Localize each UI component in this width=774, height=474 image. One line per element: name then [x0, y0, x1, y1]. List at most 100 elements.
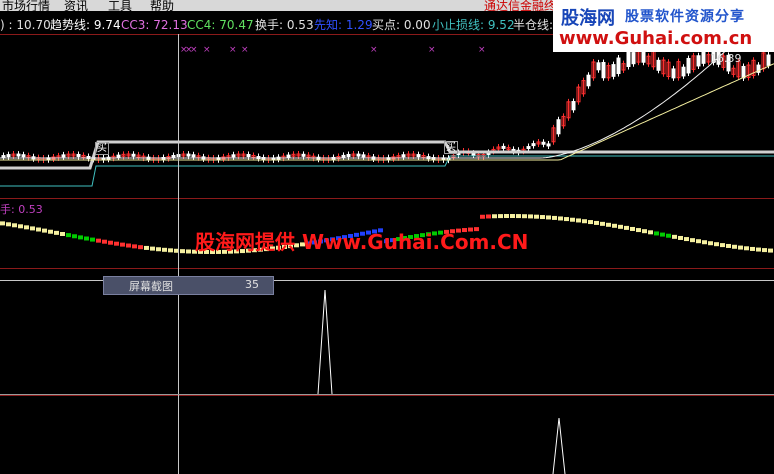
- indicator-bar: [750, 246, 755, 251]
- candle-body: [131, 153, 136, 157]
- indicator-bar: [642, 229, 647, 234]
- candle-body: [341, 154, 346, 158]
- indicator-bar: [738, 245, 743, 250]
- indicator-bar: [84, 236, 89, 241]
- candle-body: [286, 154, 291, 158]
- indicator-bar: [12, 223, 17, 228]
- panel-border-signal: [0, 395, 774, 396]
- indicator-bar: [78, 235, 83, 240]
- indicator-bar: [690, 238, 695, 243]
- candle-body: [116, 154, 121, 158]
- watermark-text: 股海网提供 Www.Guhai.Com.CN: [195, 230, 529, 254]
- indicator-bar: [522, 214, 527, 219]
- panel-border-main: [0, 198, 774, 199]
- candle-body: [401, 154, 406, 158]
- indicator-bar: [66, 233, 71, 238]
- indicator-bar: [528, 214, 533, 219]
- indicator-bar: [648, 230, 653, 235]
- tooltip-value: 35: [245, 278, 259, 291]
- indicator-bar: [60, 232, 65, 236]
- candle-body: [361, 154, 366, 158]
- indicator-bar: [564, 217, 569, 222]
- indicator-bar: [624, 225, 629, 230]
- indicator-bar: [6, 222, 11, 227]
- site-logo: 股海网 股票软件资源分享 www.Guhai.com.cn: [553, 0, 774, 52]
- indicator-bar: [666, 233, 671, 238]
- indicator-bar: [660, 232, 665, 237]
- candlestick-series: [1, 44, 771, 164]
- indicator-bar: [48, 229, 53, 234]
- price-label: 16.39: [710, 52, 742, 65]
- buy-marker: 买: [95, 142, 109, 155]
- indicator-bar: [504, 214, 509, 219]
- candle-body: [246, 154, 251, 158]
- indicator-bar: [684, 237, 689, 242]
- indicator-bar: [768, 248, 773, 253]
- indicator-bar: [570, 217, 575, 222]
- indicator-bar: [678, 235, 683, 240]
- indicator-bar: [552, 215, 557, 220]
- candle-body: [571, 101, 576, 111]
- candle-body: [416, 154, 421, 158]
- candle-body: [611, 64, 616, 77]
- indicator-bar: [618, 224, 623, 229]
- indicator-bar: [756, 247, 761, 252]
- logo-url: www.Guhai.com.cn: [559, 28, 753, 49]
- indicator-bar: [114, 241, 119, 246]
- indicator-bar: [126, 243, 131, 248]
- candle-body: [631, 52, 636, 65]
- signal-baseline: [0, 394, 774, 395]
- indicator-bar: [150, 246, 155, 251]
- indicator-bar: [612, 223, 617, 228]
- indicator-bar: [594, 220, 599, 225]
- indicator-bar: [576, 218, 581, 223]
- candle-body: [596, 62, 601, 71]
- indicator-bar: [30, 226, 35, 231]
- indicator-bar: [606, 222, 611, 227]
- top-markers: ××× × × × × × ×: [180, 45, 486, 55]
- indicator-bar: [510, 214, 515, 219]
- indicator-bar: [90, 237, 95, 242]
- indicator-bar: [108, 240, 113, 245]
- indicator-bar: [132, 244, 137, 249]
- signal-peaks: [317, 289, 566, 474]
- indicator-bar: [732, 244, 737, 249]
- candle-body: [586, 74, 591, 87]
- indicator-bar: [534, 214, 539, 219]
- screenshot-tooltip: 屏幕截图 35: [103, 276, 274, 295]
- x-marker: ×: [370, 45, 378, 55]
- candle-body: [656, 59, 661, 71]
- indicator-bar: [96, 238, 101, 243]
- indicator-bar: [558, 216, 563, 221]
- indicator-bar: [72, 234, 77, 239]
- indicator-bar: [498, 214, 503, 219]
- indicator-bar: [582, 219, 587, 224]
- tooltip-label: 屏幕截图: [129, 280, 173, 293]
- indicator-bar: [708, 241, 713, 246]
- indicator-bar: [714, 242, 719, 247]
- x-marker: ×: [190, 45, 198, 55]
- indicator-bar: [480, 214, 485, 219]
- indicator-bar: [492, 214, 497, 219]
- indicator-bar: [720, 243, 725, 248]
- indicator-bar: [18, 224, 23, 229]
- support-line: [0, 140, 774, 170]
- indicator-bar: [672, 234, 677, 239]
- indicator-bar: [654, 231, 659, 236]
- candle-body: [686, 57, 691, 74]
- indicator-bar: [180, 249, 185, 254]
- candle-body: [696, 55, 701, 67]
- indicator-bar: [144, 245, 149, 250]
- indicator-bar: [702, 240, 707, 245]
- candle-body: [346, 153, 351, 157]
- indicator-bar: [486, 214, 491, 219]
- indicator-bar: [726, 243, 731, 248]
- logo-subtitle: 股票软件资源分享: [625, 9, 745, 25]
- indicator-bar: [186, 249, 191, 254]
- candle-body: [21, 154, 26, 158]
- candle-body: [1, 155, 6, 159]
- indicator-bar: [630, 226, 635, 231]
- indicator-bar: [120, 242, 125, 247]
- indicator-bar: [762, 248, 767, 253]
- indicator-bar: [162, 247, 167, 252]
